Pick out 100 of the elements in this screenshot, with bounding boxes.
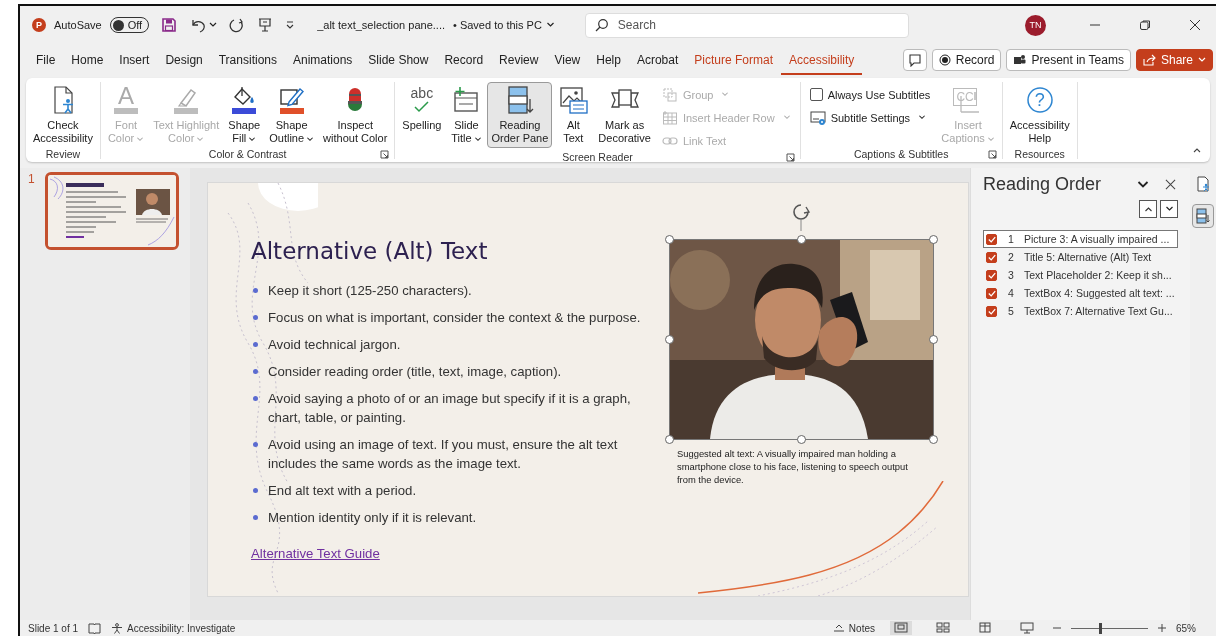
- checkbox[interactable]: [986, 251, 997, 263]
- bullet-dot: [253, 288, 258, 293]
- share-button[interactable]: Share: [1135, 49, 1213, 71]
- move-up-button[interactable]: [1139, 200, 1157, 218]
- present-in-teams-button[interactable]: Present in Teams: [1006, 49, 1131, 71]
- item-label: TextBox 7: Alternative Text Gu...: [1024, 305, 1173, 317]
- ribbon-tab[interactable]: Transitions: [210, 45, 285, 75]
- ribbon-tab[interactable]: Picture Format: [686, 45, 781, 75]
- ribbon-button[interactable]: Alt Text: [553, 82, 594, 148]
- ribbon-tab[interactable]: Home: [63, 45, 112, 75]
- caret-icon: [986, 135, 995, 143]
- ribbon-tab[interactable]: Acrobat: [628, 45, 687, 75]
- group-label: Screen Reader: [562, 151, 633, 163]
- slide-title: Alternative (Alt) Text: [251, 238, 488, 264]
- undo-icon[interactable]: [189, 17, 208, 33]
- ribbon-button[interactable]: Inspect without Color: [319, 82, 392, 148]
- slide-number: 1: [28, 172, 35, 186]
- monitor-gear-icon: [809, 109, 826, 126]
- view-button[interactable]: [890, 621, 912, 635]
- notes-icon: [832, 624, 845, 632]
- side-tool-button[interactable]: [1192, 204, 1214, 228]
- item-number: 4: [1007, 287, 1015, 299]
- resize-handle[interactable]: [665, 435, 674, 444]
- checkbox[interactable]: [986, 269, 997, 281]
- ribbon-tab[interactable]: Accessibility: [781, 45, 863, 75]
- zoom-in-icon[interactable]: [1158, 624, 1166, 632]
- resize-handle[interactable]: [665, 235, 674, 244]
- ribbon-button[interactable]: Shape Fill: [224, 82, 265, 148]
- dialog-launcher-icon[interactable]: [785, 152, 795, 162]
- reading-order-item[interactable]: 5 TextBox 7: Alternative Text Gu...: [983, 302, 1178, 320]
- comments-button[interactable]: [902, 49, 927, 71]
- ribbon-button[interactable]: ? Accessibility Help: [1005, 82, 1074, 148]
- link[interactable]: Alternative Text Guide: [251, 546, 380, 561]
- ribbon-button[interactable]: Slide Title: [446, 82, 487, 148]
- people-icon: [1013, 54, 1027, 66]
- checkbox[interactable]: [986, 287, 997, 299]
- customize-toolbar-icon[interactable]: [285, 20, 296, 30]
- ribbon-button[interactable]: abc Spelling: [398, 82, 446, 135]
- ribbon-tab[interactable]: Design: [157, 45, 211, 75]
- checkbox[interactable]: [986, 305, 997, 317]
- ribbon-tab[interactable]: View: [546, 45, 589, 75]
- ribbon-button[interactable]: Check Accessibility: [29, 82, 97, 148]
- search-field[interactable]: Search: [584, 12, 909, 38]
- redo-icon[interactable]: [229, 17, 246, 33]
- ribbon-button[interactable]: Reading Order Pane: [487, 82, 553, 148]
- accessibility-status-button[interactable]: Accessibility: Investigate: [111, 622, 236, 634]
- slider-thumb[interactable]: [1099, 622, 1103, 634]
- dialog-launcher-icon[interactable]: [987, 149, 997, 159]
- ribbon-tab[interactable]: Animations: [285, 45, 361, 75]
- dialog-launcher-icon[interactable]: [380, 149, 390, 159]
- bullet-text: Mention identity only if it is relevant.: [268, 509, 477, 527]
- ribbon-tab[interactable]: Record: [436, 45, 492, 75]
- collapse-ribbon-icon[interactable]: [1192, 146, 1202, 154]
- bullet-dot: [253, 369, 258, 374]
- reading-order-item[interactable]: 4 TextBox 4: Suggested alt text: ...: [983, 284, 1178, 302]
- ribbon-tab[interactable]: Help: [588, 45, 629, 75]
- caret-icon: [918, 114, 927, 121]
- resize-handle[interactable]: [665, 335, 674, 344]
- close-icon[interactable]: [1189, 19, 1201, 31]
- reading-order-item[interactable]: 3 Text Placeholder 2: Keep it sh...: [983, 266, 1178, 284]
- bullet-text: End alt text with a period.: [268, 482, 417, 500]
- zoom-level[interactable]: 65%: [1176, 622, 1196, 634]
- resize-handle[interactable]: [797, 235, 806, 244]
- item-label: TextBox 4: Suggested alt text: ...: [1024, 287, 1175, 299]
- record-button[interactable]: Record: [931, 49, 1002, 71]
- ribbon-button[interactable]: Shape Outline: [265, 82, 319, 148]
- checkbox[interactable]: [986, 233, 997, 245]
- notes-button[interactable]: Notes: [832, 622, 875, 634]
- resize-handle[interactable]: [929, 335, 938, 344]
- account-avatar[interactable]: TN: [1025, 14, 1046, 36]
- resize-handle[interactable]: [797, 435, 806, 444]
- bullet-text: Focus on what is important, consider the context & the purpose.: [268, 309, 641, 327]
- presenter-icon[interactable]: [257, 17, 274, 33]
- slide-thumbnail[interactable]: [44, 172, 179, 250]
- book-icon[interactable]: [88, 622, 102, 634]
- resize-handle[interactable]: [929, 435, 938, 444]
- move-down-button[interactable]: [1160, 200, 1178, 218]
- resize-handle[interactable]: [929, 235, 938, 244]
- bullet-text: Keep it short (125-250 characters).: [268, 282, 472, 300]
- save-icon[interactable]: [161, 17, 178, 33]
- group-label: Color & Contrast: [208, 148, 287, 160]
- reading-order-item[interactable]: 1 Picture 3: A visually impaired ...: [983, 230, 1178, 248]
- checkbox[interactable]: [809, 88, 823, 101]
- save-status-button[interactable]: • Saved to this PC: [453, 19, 555, 31]
- restore-icon[interactable]: [1139, 19, 1151, 31]
- close-icon[interactable]: [1165, 179, 1176, 190]
- caret-icon: [248, 135, 257, 143]
- group-label: Resources: [1014, 148, 1065, 160]
- ribbon-button[interactable]: Mark as Decorative: [594, 82, 655, 148]
- checkbox-label[interactable]: Always Use Subtitles: [827, 88, 931, 101]
- ribbon-tab[interactable]: Slide Show: [360, 45, 437, 75]
- item-number: 2: [1007, 251, 1015, 263]
- slide-sorter-icon: [936, 622, 950, 634]
- reading-order-item[interactable]: 2 Title 5: Alternative (Alt) Text: [983, 248, 1178, 266]
- ribbon-tab[interactable]: File: [28, 45, 64, 75]
- ribbon-tab[interactable]: Insert: [111, 45, 158, 75]
- caret-icon[interactable]: [209, 21, 218, 29]
- rotate-handle-icon[interactable]: [790, 202, 812, 232]
- ribbon-tab[interactable]: Review: [491, 45, 547, 75]
- ribbon-button[interactable]: Subtitle Settings: [807, 107, 933, 128]
